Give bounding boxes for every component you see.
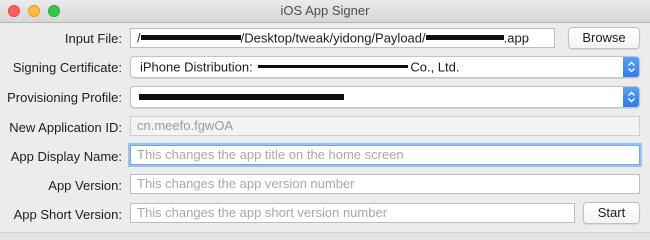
- redacted-mark: [258, 65, 409, 69]
- input-file-label: Input File:: [64, 31, 122, 46]
- app-display-name-label: App Display Name:: [10, 149, 122, 164]
- new-app-id-label: New Application ID:: [9, 120, 122, 135]
- input-file-field[interactable]: //Desktop/tweak/yidong/Payload/.app: [130, 28, 555, 48]
- input-file-path-end: .app: [503, 30, 529, 46]
- signing-certificate-label: Signing Certificate:: [12, 60, 122, 75]
- provisioning-profile-label: Provisioning Profile:: [7, 90, 122, 105]
- input-file-path-middle: /Desktop/tweak/yidong/Payload/: [240, 30, 426, 46]
- window-bottom-edge: [0, 232, 650, 240]
- chevron-up-down-icon: [623, 57, 639, 77]
- redacted-mark: [425, 35, 504, 41]
- provisioning-profile-popup[interactable]: [130, 86, 640, 108]
- app-version-label: App Version:: [48, 178, 122, 193]
- app-display-name-field[interactable]: This changes the app title on the home s…: [130, 145, 640, 165]
- redacted-mark: [139, 93, 344, 100]
- chevron-up-down-icon: [623, 87, 639, 107]
- signing-certificate-prefix: iPhone Distribution:: [140, 59, 257, 75]
- redacted-mark: [140, 35, 241, 41]
- app-short-version-label: App Short Version:: [13, 207, 122, 222]
- app-version-field[interactable]: This changes the app version number: [130, 174, 640, 194]
- app-short-version-field[interactable]: This changes the app short version numbe…: [130, 203, 575, 223]
- title-bar: iOS App Signer: [0, 0, 650, 23]
- signing-certificate-suffix: Co., Ltd.: [410, 59, 460, 75]
- new-app-id-field[interactable]: cn.meefo.fgwOA: [130, 116, 640, 136]
- app-window: iOS App Signer Input File: //Desktop/twe…: [0, 0, 650, 240]
- signing-certificate-popup[interactable]: iPhone Distribution: Co., Ltd.: [130, 56, 640, 78]
- window-title: iOS App Signer: [280, 3, 370, 18]
- start-button[interactable]: Start: [583, 202, 640, 224]
- browse-button[interactable]: Browse: [568, 27, 640, 49]
